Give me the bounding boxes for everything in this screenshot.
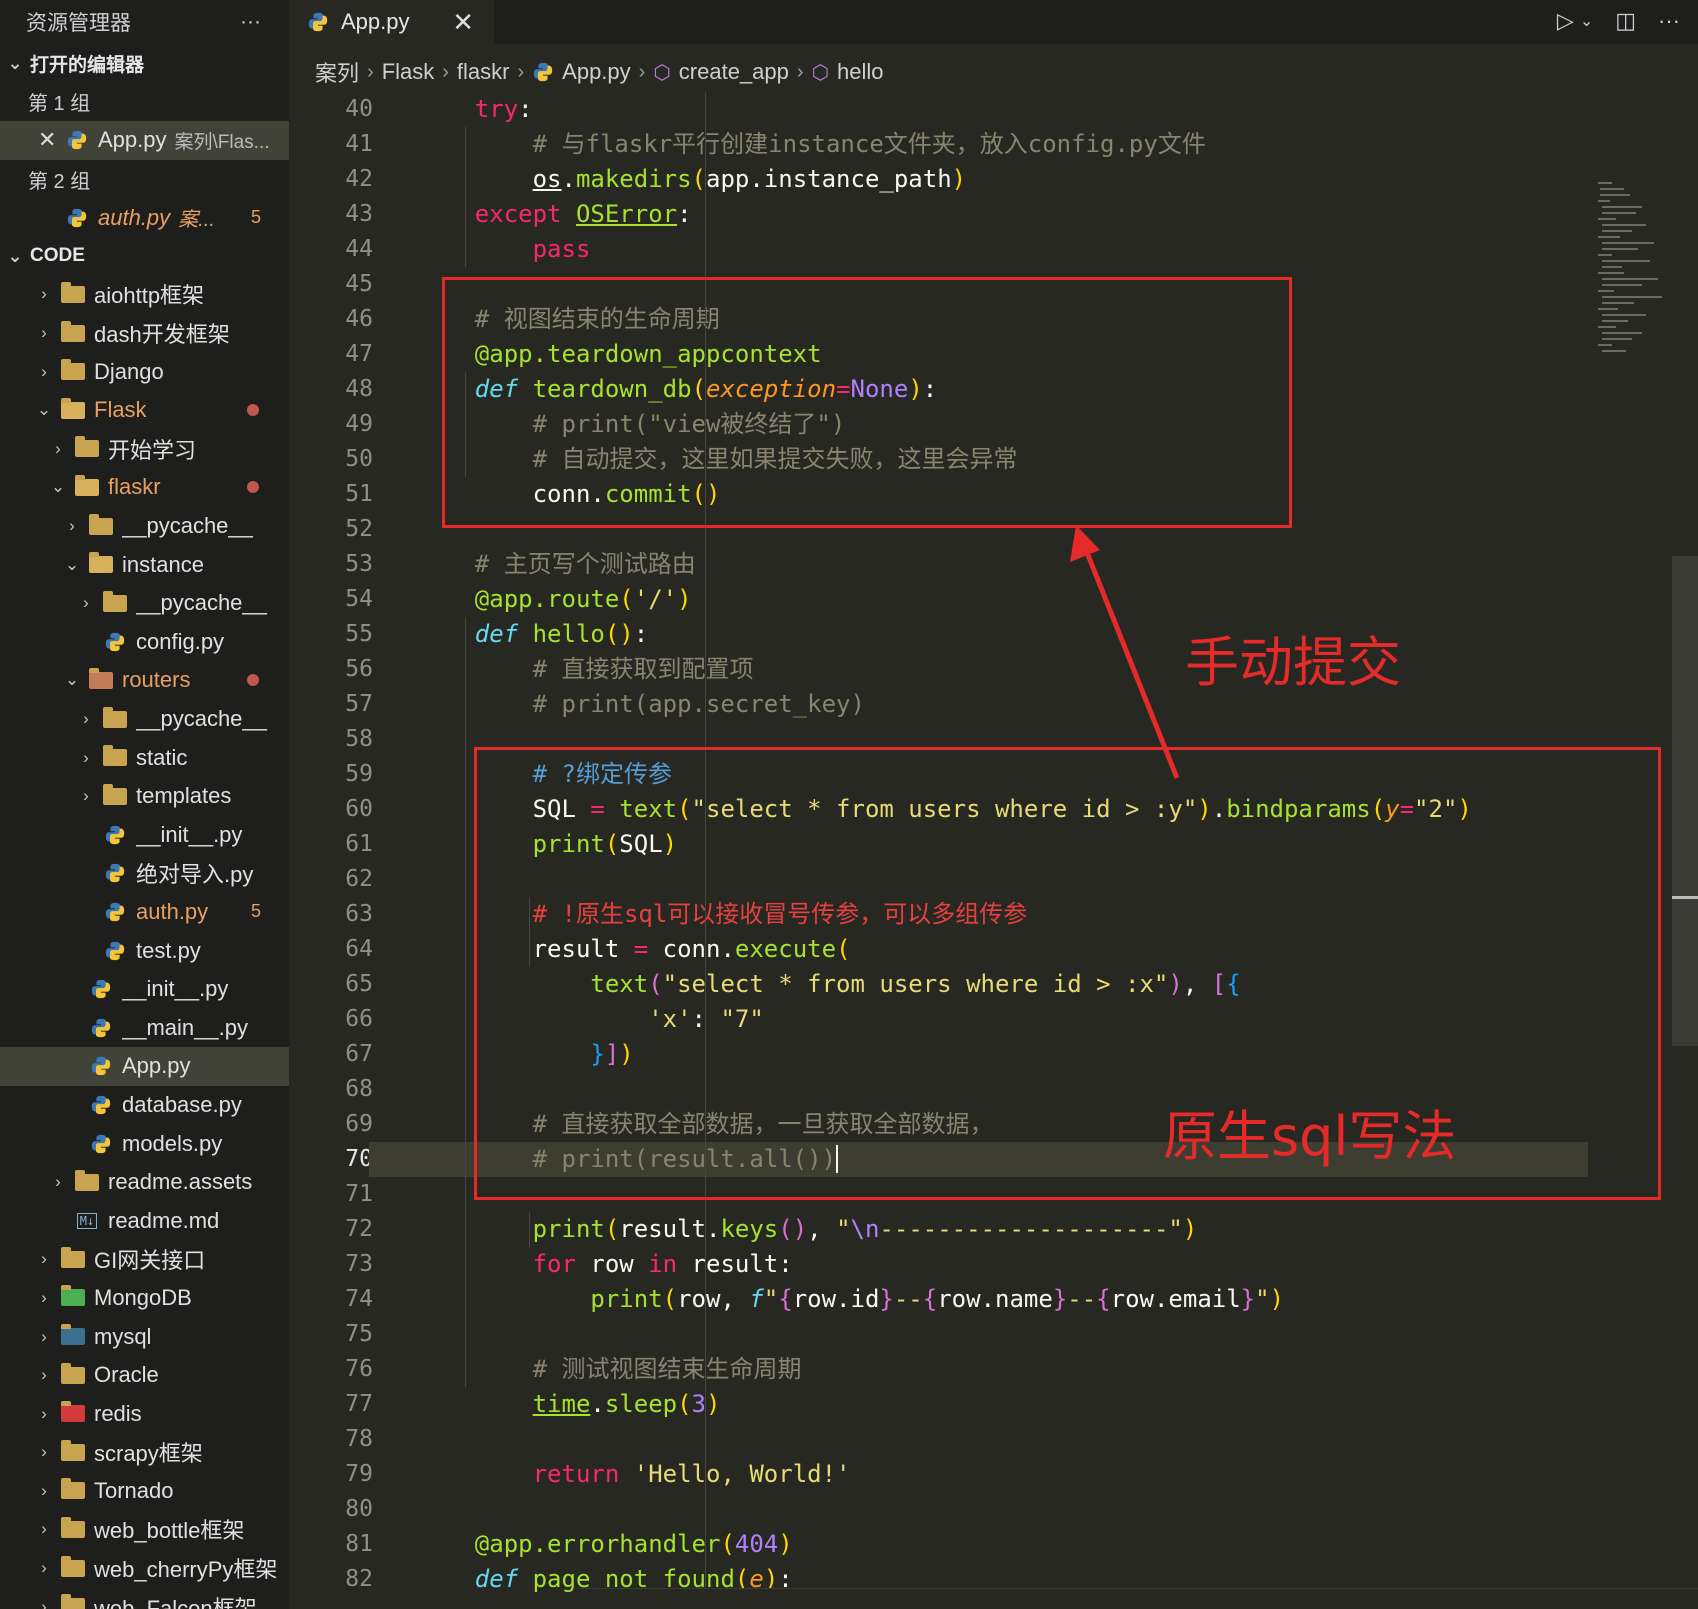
annotation-arrow (1070, 525, 1180, 779)
